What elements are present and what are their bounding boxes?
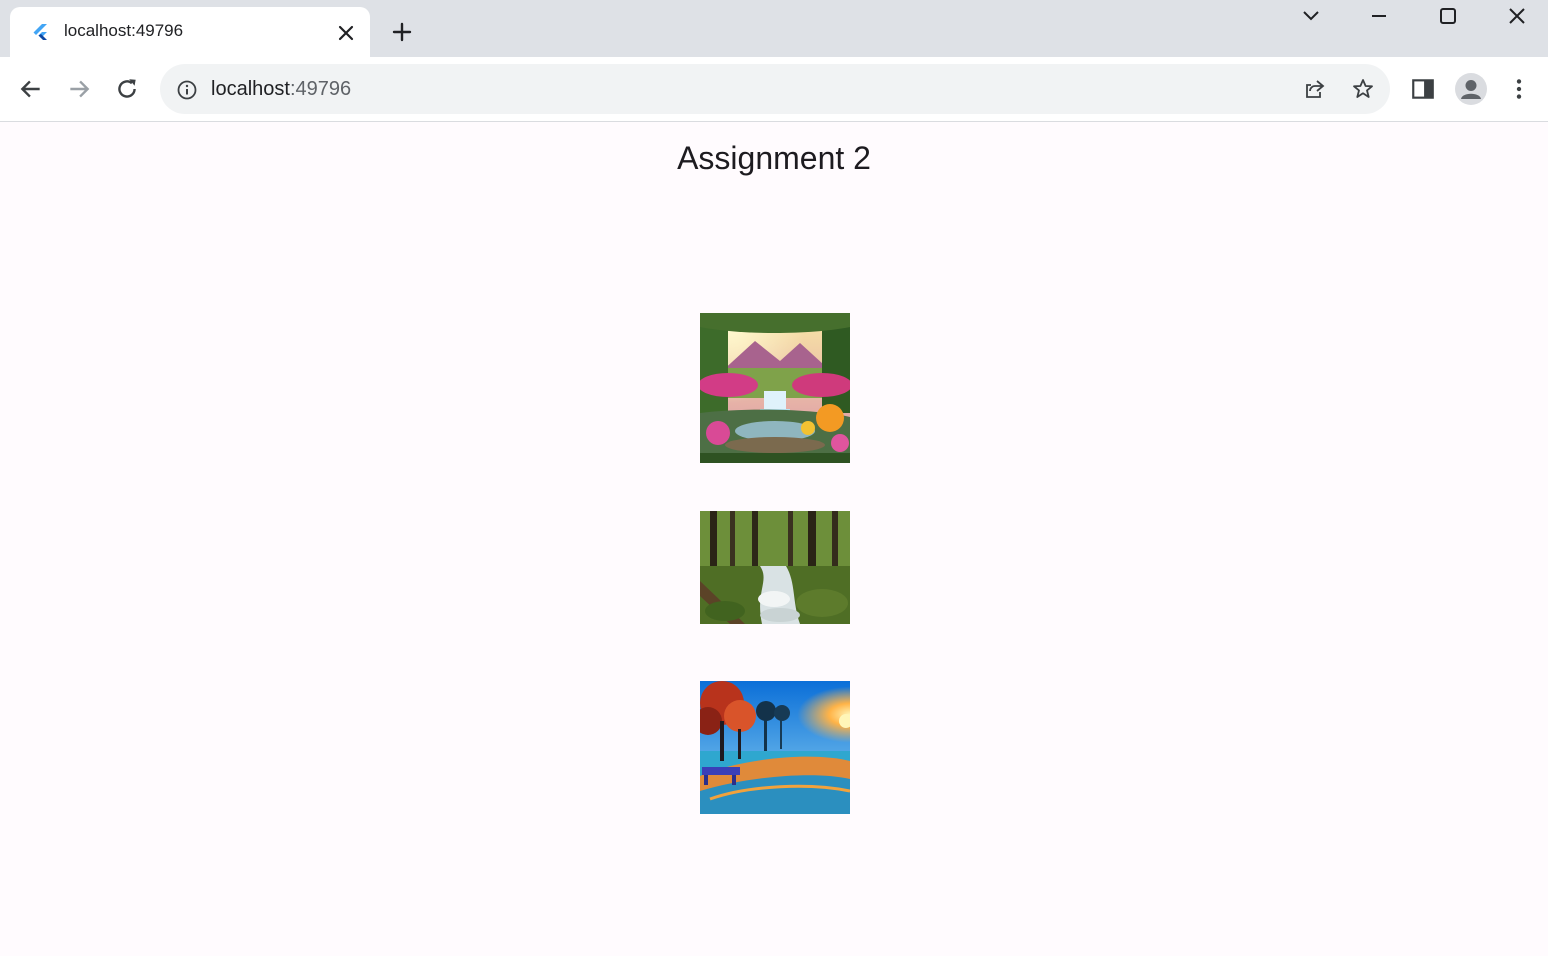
autumn-park-sunset-image (700, 681, 850, 814)
address-bar[interactable]: localhost:49796 (160, 64, 1390, 114)
close-icon[interactable] (336, 23, 356, 43)
side-panel-icon[interactable] (1410, 76, 1436, 102)
forward-arrow-icon[interactable] (66, 76, 92, 102)
address-url: localhost:49796 (211, 78, 351, 101)
window-close-icon[interactable] (1505, 4, 1529, 28)
plus-icon[interactable] (390, 20, 414, 44)
page-title: Assignment 2 (677, 140, 871, 176)
minimize-icon[interactable] (1367, 4, 1391, 28)
maximize-icon[interactable] (1436, 4, 1460, 28)
share-icon[interactable] (1303, 77, 1327, 101)
browser-toolbar: localhost:49796 (0, 57, 1548, 122)
tab-title: localhost:49796 (64, 21, 184, 40)
more-vert-icon[interactable] (1506, 76, 1532, 102)
info-icon[interactable] (176, 79, 198, 101)
profile-avatar[interactable] (1455, 73, 1487, 105)
browser-tab[interactable]: localhost:49796 (10, 7, 370, 57)
forest-stream-image (700, 511, 850, 624)
url-port: :49796 (289, 78, 352, 100)
url-host: localhost (211, 78, 290, 100)
back-arrow-icon[interactable] (18, 76, 44, 102)
star-icon[interactable] (1351, 77, 1375, 101)
reload-icon[interactable] (114, 76, 140, 102)
person-icon (1461, 80, 1481, 99)
tab-strip: localhost:49796 (0, 0, 1548, 57)
chevron-down-icon[interactable] (1299, 4, 1323, 28)
waterfall-flowers-image (700, 313, 850, 463)
flutter-icon (33, 24, 47, 40)
